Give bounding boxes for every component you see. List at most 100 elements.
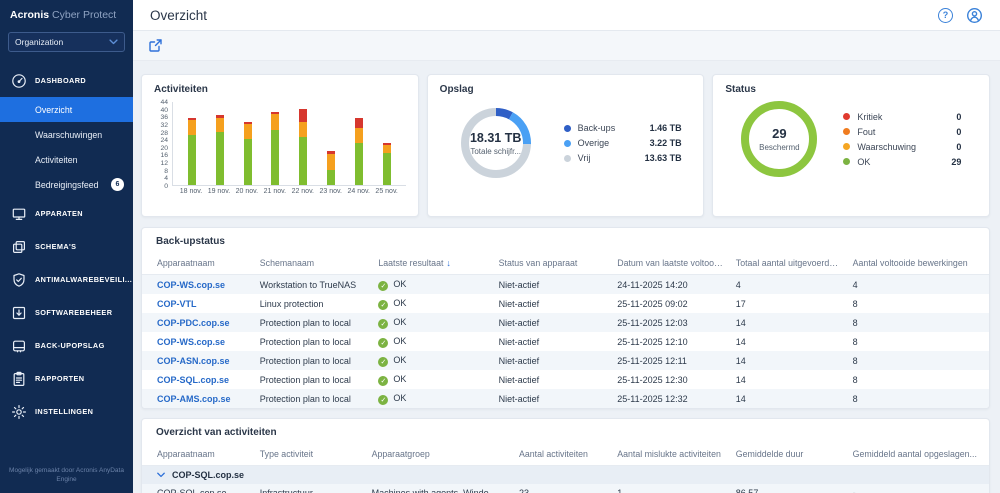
column-header-aantal-voltooide-bewerkingen[interactable]: Aantal voltooide bewerkingen (846, 253, 989, 275)
count-cell: 23 (512, 484, 612, 493)
column-header-aantal-activiteiten[interactable]: Aantal activiteiten (512, 444, 612, 466)
status-count: 29 (772, 126, 787, 141)
top-bar: Overzicht ? (133, 0, 1000, 31)
table-row[interactable]: COP-WS.cop.se Workstation to TrueNAS ✓ OK Ni… (142, 274, 989, 294)
device-link[interactable]: COP-AMS.cop.se (157, 394, 231, 404)
ok-check-icon: ✓ (378, 318, 389, 329)
last-backup-date-cell: 25-11-2025 12:03 (611, 313, 730, 332)
help-icon[interactable]: ? (938, 7, 953, 23)
table-row[interactable]: COP-SQL.cop.se Infrastructuur Machines wit… (142, 484, 989, 493)
ok-check-icon: ✓ (378, 299, 389, 310)
column-header-schemanaam[interactable]: Schemanaam (253, 253, 373, 275)
group-row[interactable]: COP-SQL.cop.se (142, 465, 989, 484)
device-link[interactable]: COP-PDC.cop.se (157, 318, 230, 328)
bar-segment-geslaagd (243, 139, 252, 185)
sidebar-item-softwarebeheer[interactable]: SOFTWAREBEHEER (0, 296, 133, 329)
dashboard-content: Activiteiten 0 4 8 12 16 20 24 28 32 36 40 44 18 no… (133, 61, 1000, 493)
total-runs-cell: 14 (729, 351, 847, 370)
completed-runs-cell: 8 (846, 351, 989, 370)
schema-name-cell: Protection plan to local (253, 389, 373, 408)
legend-item-waarschuwing: Waarschuwing 0 (843, 142, 961, 152)
bar-segment-geslaagd (215, 131, 224, 185)
legend-label: Kritiek (857, 111, 883, 122)
y-tick-label: 28 (160, 129, 168, 137)
last-backup-date-cell: 24-11-2025 14:20 (611, 274, 730, 294)
last-result-cell: ✓ OK (372, 274, 493, 294)
table-row[interactable]: COP-PDC.cop.se Protection plan to local ✓ O… (142, 313, 989, 332)
column-header-gemiddelde-duur[interactable]: Gemiddelde duur (729, 444, 847, 466)
table-row[interactable]: COP-WS.cop.se Protection plan to local ✓ OK… (142, 332, 989, 351)
completed-runs-cell: 8 (852, 336, 858, 347)
status-ring-chart: 29 Beschermd (741, 101, 818, 177)
column-header-status-van-apparaat[interactable]: Status van apparaat (492, 253, 612, 275)
bar-segment-waarschuwing (354, 127, 363, 143)
column-header-label: Aantal activiteiten (518, 449, 588, 459)
sidebar-item-apparaten[interactable]: APPARATEN (0, 197, 133, 230)
y-tick-label: 0 (164, 183, 168, 190)
device-link[interactable]: COP-WS.cop.se (157, 337, 225, 347)
result-label: OK (393, 297, 407, 308)
schema-name-cell: Workstation to TrueNAS (253, 274, 373, 294)
table-row[interactable]: COP-SQL.cop.se Protection plan to local ✓ O… (142, 370, 989, 389)
table-row[interactable]: COP-AMS.cop.se Protection plan to local ✓ O… (142, 389, 989, 408)
device-link[interactable]: COP-WS.cop.se (157, 280, 225, 290)
failed-cell: 1 (611, 484, 730, 493)
popout-icon[interactable] (149, 39, 162, 52)
sidebar-item-label: ANTIMALWAREBEVEILI... (35, 275, 133, 284)
organization-selector[interactable]: Organization (8, 32, 125, 52)
last-backup-date-cell: 25-11-2025 12:11 (611, 351, 730, 370)
sidebar-item-schema-s[interactable]: SCHEMA'S (0, 230, 133, 263)
column-header-gemiddeld-aantal-opgeslagen[interactable]: Gemiddeld aantal opgeslagen... (846, 444, 989, 466)
device-link[interactable]: COP-SQL.cop.se (157, 375, 229, 385)
sidebar-item-antimalwarebeveili[interactable]: ANTIMALWAREBEVEILI... (0, 263, 133, 296)
chevron-down-icon[interactable] (157, 470, 165, 480)
activities-widget: Activiteiten 0 4 8 12 16 20 24 28 32 36 40 44 18 no… (141, 74, 419, 217)
column-header-apparaatnaam[interactable]: Apparaatnaam (142, 444, 254, 466)
bar-stack (317, 102, 345, 185)
column-header-datum-van-laatste-voltooide-b[interactable]: Datum van laatste voltooide b... (611, 253, 730, 275)
account-icon[interactable] (966, 7, 983, 24)
column-header-label: Aantal voltooide bewerkingen (852, 258, 968, 268)
backup-status-table: Apparaatnaam Schemanaam Laatste resultaat ↓… (142, 253, 989, 408)
sidebar-item-instellingen[interactable]: INSTELLINGEN (0, 395, 133, 428)
sidebar-item-label: SOFTWAREBEHEER (35, 308, 113, 317)
notification-badge: 6 (111, 178, 124, 191)
sidebar-item-activiteiten[interactable]: Activiteiten (0, 147, 133, 172)
column-header-apparaatnaam[interactable]: Apparaatnaam (142, 253, 254, 275)
sidebar-item-back-upopslag[interactable]: BACK-UPOPSLAG (0, 329, 133, 362)
device-status-cell: Niet-actief (492, 313, 612, 332)
status-count-label: Beschermd (759, 143, 800, 152)
column-header-type-activiteit[interactable]: Type activiteit (253, 444, 366, 466)
column-header-laatste-resultaat[interactable]: Laatste resultaat ↓ (372, 253, 493, 275)
column-header-apparaatgroep[interactable]: Apparaatgroep (365, 444, 513, 466)
result-label: OK (393, 392, 407, 403)
last-backup-date-cell: 25-11-2025 09:02 (617, 298, 688, 309)
sidebar-item-dashboard[interactable]: DASHBOARD (0, 64, 133, 97)
column-header-totaal-aantal-uitgevoerde-be[interactable]: Totaal aantal uitgevoerde be... (729, 253, 847, 275)
table-row[interactable]: COP-VTL Linux protection ✓ OK Niet-actief 25-… (142, 294, 989, 313)
ok-check-icon: ✓ (378, 356, 389, 367)
legend-value: 0 (956, 141, 962, 152)
y-tick-label: 24 (160, 137, 168, 145)
device-link[interactable]: COP-ASN.cop.se (157, 356, 230, 366)
device-status-cell: Niet-actief (498, 298, 540, 309)
bar-segment-waarschuwing (327, 154, 336, 170)
column-header-aantal-mislukte-activiteiten[interactable]: Aantal mislukte activiteiten (611, 444, 730, 466)
sidebar-item-bedreigingsfeed[interactable]: Bedreigingsfeed 6 (0, 172, 133, 197)
sidebar-item-label: BACK-UPOPSLAG (35, 341, 105, 350)
legend-value: 1.46 TB (649, 123, 682, 133)
column-header-label: Status van apparaat (498, 258, 578, 268)
bar-segment-geslaagd (187, 135, 196, 185)
table-row[interactable]: COP-ASN.cop.se Protection plan to local ✓ O… (142, 351, 989, 370)
x-tick-label: 22 nov. (291, 188, 315, 195)
legend-value: 29 (951, 156, 962, 167)
device-link[interactable]: COP-VTL (157, 299, 197, 309)
sidebar-item-overzicht[interactable]: Overzicht (0, 97, 133, 122)
sidebar-item-rapporten[interactable]: RAPPORTEN (0, 362, 133, 395)
avg-duration-cell: 86.57 (729, 484, 847, 493)
legend-label: Waarschuwing (857, 141, 917, 152)
completed-runs-cell: 8 (852, 298, 858, 309)
gauge-icon (11, 73, 27, 89)
sidebar-item-waarschuwingen[interactable]: Waarschuwingen (0, 122, 133, 147)
result-label: OK (393, 335, 407, 346)
